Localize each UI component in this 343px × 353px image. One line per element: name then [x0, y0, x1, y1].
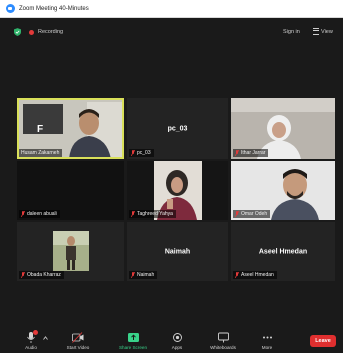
- participant-center-name: pc_03: [167, 125, 188, 132]
- participant-label: Aseel Hmedan: [233, 271, 277, 279]
- mic-muted-icon: [131, 211, 135, 217]
- video-tile-omar[interactable]: Omar Odeh: [231, 161, 335, 220]
- svg-text:F: F: [37, 124, 43, 135]
- start-video-button[interactable]: Start Video: [58, 332, 98, 350]
- more-dots-icon: [262, 336, 272, 339]
- participant-name: Husam Zakarneh: [21, 150, 60, 156]
- whiteboards-button[interactable]: Whiteboards: [203, 332, 243, 350]
- video-tile-daleen[interactable]: daleen abuali: [17, 161, 124, 220]
- start-video-label: Start Video: [66, 345, 90, 350]
- participant-label: daleen abuali: [19, 210, 60, 218]
- whiteboards-label: Whiteboards: [210, 345, 236, 350]
- mic-muted-icon: [21, 211, 25, 217]
- participant-name: Omar Odeh: [241, 211, 268, 217]
- video-tile-ithar[interactable]: Ithar Jarrar: [231, 98, 335, 159]
- recording-label[interactable]: Recording: [38, 29, 63, 35]
- chevron-up-icon[interactable]: [43, 336, 48, 340]
- recording-dot-icon: [29, 29, 34, 35]
- mic-muted-icon: [131, 150, 135, 156]
- participant-label: Ithar Jarrar: [233, 149, 269, 157]
- video-tile-naimah[interactable]: Naimah Naimah: [127, 222, 228, 281]
- audio-button[interactable]: Audio: [11, 330, 51, 350]
- audio-label: Audio: [25, 345, 37, 350]
- participant-label: Taghreed Yahya: [129, 210, 176, 218]
- mic-muted-icon: [21, 272, 25, 278]
- view-button[interactable]: View: [313, 28, 333, 35]
- share-screen-button[interactable]: Share Screen: [113, 332, 153, 350]
- participant-label: pc_03: [129, 149, 154, 157]
- video-camera-off-icon: [72, 332, 84, 343]
- share-screen-icon: [127, 333, 139, 342]
- grid-view-icon: [313, 28, 319, 35]
- participant-label: Naimah: [129, 271, 158, 279]
- more-button[interactable]: More: [247, 332, 287, 350]
- participant-center-name: Aseel Hmedan: [258, 248, 308, 255]
- participant-name: Aseel Hmedan: [241, 272, 274, 278]
- participant-label: Husam Zakarneh: [19, 149, 63, 157]
- participant-name: pc_03: [137, 150, 151, 156]
- apps-icon: [172, 333, 182, 342]
- shield-icon[interactable]: [14, 28, 21, 36]
- more-label: More: [261, 345, 273, 350]
- participant-label: Obada Kharraz: [19, 271, 64, 279]
- participant-name: Ithar Jarrar: [241, 150, 266, 156]
- video-tile-pc03[interactable]: pc_03 pc_03: [127, 98, 228, 159]
- participant-name: Taghreed Yahya: [137, 211, 173, 217]
- apps-label: Apps: [171, 345, 183, 350]
- title-bar: Zoom Meeting 40-Minutes: [0, 0, 343, 18]
- leave-button[interactable]: Leave: [310, 335, 336, 347]
- sign-in-link[interactable]: Sign in: [283, 29, 300, 35]
- mic-muted-icon: [235, 211, 239, 217]
- zoom-window: Zoom Meeting 40-Minutes Recording Sign i…: [0, 0, 343, 353]
- apps-button[interactable]: Apps: [157, 332, 197, 350]
- mic-muted-icon: [235, 272, 239, 278]
- mic-muted-icon: [131, 272, 135, 278]
- whiteboard-icon: [217, 332, 229, 343]
- meeting-top-bar: Recording Sign in View: [0, 25, 343, 39]
- participant-center-name: Naimah: [164, 248, 191, 255]
- participant-name: Obada Kharraz: [27, 272, 61, 278]
- video-tile-aseel[interactable]: Aseel Hmedan Aseel Hmedan: [231, 222, 335, 281]
- zoom-app-icon: [6, 4, 15, 13]
- participant-name: Naimah: [137, 272, 155, 278]
- participant-name: daleen abuali: [27, 211, 57, 217]
- video-tile-husam[interactable]: F Husam Zakarneh: [17, 98, 124, 159]
- view-label: View: [321, 28, 333, 35]
- video-tile-taghreed[interactable]: Taghreed Yahya: [127, 161, 228, 220]
- meeting-toolbar: Audio Start Video Share Screen Apps Whit…: [0, 330, 343, 353]
- notification-badge: [33, 330, 38, 335]
- mic-muted-icon: [235, 150, 239, 156]
- share-screen-label: Share Screen: [118, 345, 148, 350]
- window-title: Zoom Meeting 40-Minutes: [19, 5, 89, 12]
- participant-label: Omar Odeh: [233, 210, 271, 218]
- video-tile-obada[interactable]: Obada Kharraz: [17, 222, 124, 281]
